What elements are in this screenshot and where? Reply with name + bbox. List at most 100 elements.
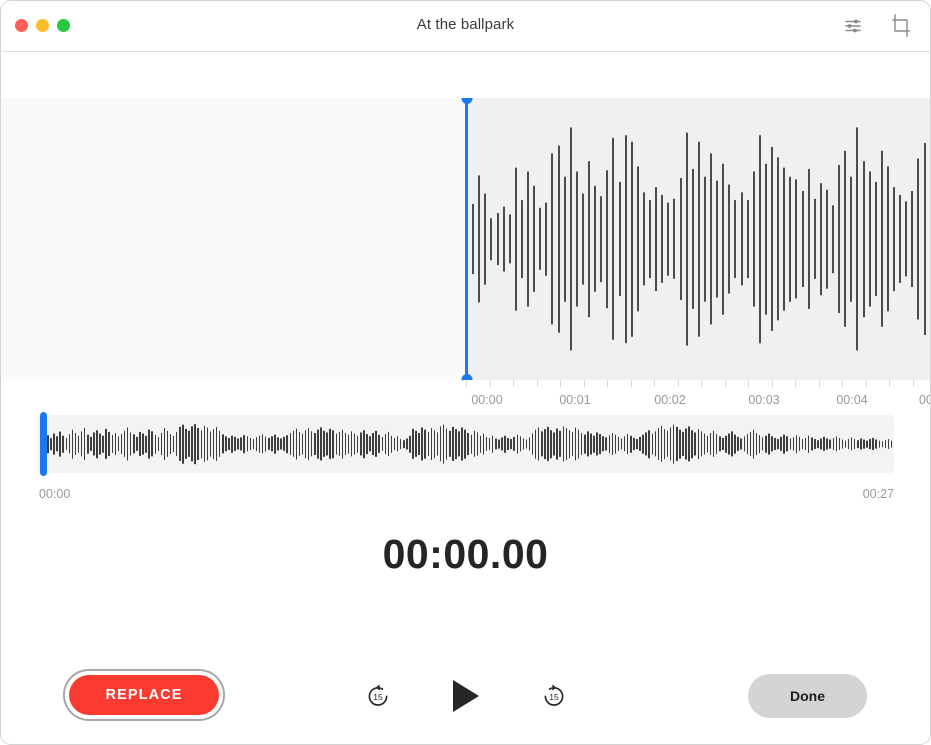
overview-waveform-bar — [133, 434, 135, 454]
overview-waveform-bar — [847, 439, 850, 449]
waveform-bar — [905, 201, 908, 277]
waveform-editor[interactable]: 00:00 00:01 00:02 00:03 00:04 00 — [1, 52, 930, 407]
overview-waveform-bar — [74, 433, 77, 455]
overview-playhead-handle[interactable] — [40, 412, 47, 476]
overview-waveform-bar — [375, 430, 377, 458]
overview-waveform-bar — [605, 437, 607, 451]
waveform-bar — [728, 184, 731, 294]
trim-icon[interactable] — [888, 13, 914, 39]
waveform-pane[interactable] — [1, 98, 930, 380]
overview-waveform-bar — [222, 434, 224, 454]
waveform-bar — [740, 192, 743, 286]
waveform-bar — [624, 135, 627, 343]
overview-waveform-bar — [614, 434, 617, 454]
overview-waveform-bar — [633, 437, 635, 451]
overview-waveform-bar — [495, 438, 497, 450]
waveform-bar — [734, 200, 737, 278]
overview-waveform-bar — [467, 433, 469, 455]
waveform-bar — [563, 176, 566, 302]
overview-waveform-bar — [120, 434, 123, 454]
overview-waveform-bar — [105, 428, 107, 460]
overview-waveform-bar — [715, 434, 718, 454]
overview-waveform-bar — [108, 431, 110, 457]
waveform-bar — [490, 218, 493, 260]
overview-waveform[interactable] — [37, 415, 894, 473]
overview-waveform-bar — [77, 435, 80, 453]
waveform-bar — [722, 163, 725, 315]
waveform-bar — [899, 194, 902, 284]
waveform-bar — [862, 161, 865, 317]
waveform-bar — [655, 187, 658, 291]
overview-waveform-bar — [274, 434, 276, 454]
overview-waveform-bar — [820, 438, 822, 450]
overview-waveform-bar — [62, 435, 64, 453]
overview-waveform-bar — [369, 436, 371, 452]
overview-waveform-bar — [752, 429, 755, 459]
waveform-bar — [819, 183, 822, 295]
overview-waveform-bar — [731, 431, 733, 457]
playhead-handle-bottom[interactable] — [461, 374, 472, 380]
overview-waveform-bar — [442, 424, 445, 464]
waveform-bar — [832, 205, 834, 273]
overview-waveform-bar — [666, 430, 669, 458]
waveform-bar — [612, 137, 615, 341]
overview-waveform-bar — [317, 429, 319, 459]
skip-forward-15-button[interactable]: 15 — [532, 674, 576, 718]
overview-waveform-bar — [439, 426, 442, 462]
waveform-bar — [575, 171, 578, 307]
overview-waveform-bar — [722, 437, 724, 451]
overview-waveform-bar — [200, 430, 203, 458]
overview-waveform-bar — [427, 431, 430, 457]
overview-waveform-bar — [519, 436, 522, 452]
overview-waveform-bar — [817, 440, 819, 448]
overview-waveform-bar — [725, 435, 727, 453]
overview-waveform-bar — [145, 435, 147, 453]
overview-waveform-bar — [811, 437, 813, 451]
waveform-bar — [703, 176, 706, 302]
ruler-tick — [466, 380, 467, 387]
overview-waveform-bar — [786, 436, 788, 452]
done-button[interactable]: Done — [748, 674, 867, 718]
waveform-bar — [893, 187, 895, 291]
overview-waveform-bar — [96, 430, 98, 458]
overview-scrubber[interactable] — [37, 412, 894, 479]
waveform-bar — [527, 171, 529, 307]
overview-waveform-bar — [709, 433, 712, 455]
overview-waveform-bar — [292, 430, 295, 458]
overview-waveform-bar — [593, 435, 595, 453]
overview-waveform-bar — [289, 433, 291, 455]
overview-waveform-bar — [326, 432, 328, 456]
waveform-bar — [502, 206, 505, 272]
overview-waveform-bar — [136, 436, 138, 452]
skip-back-15-button[interactable]: 15 — [356, 674, 400, 718]
enhance-settings-icon[interactable] — [840, 13, 866, 39]
waveform-bar — [551, 153, 554, 325]
overview-waveform-bar — [826, 438, 828, 450]
overview-waveform-bar — [68, 434, 71, 454]
overview-waveform-bar — [169, 434, 172, 454]
overview-waveform-bar — [777, 439, 779, 449]
waveform-bar — [911, 191, 914, 287]
overview-waveform-bar — [682, 431, 684, 457]
overview-waveform-bar — [844, 440, 847, 448]
overview-waveform-bar — [719, 436, 721, 452]
ruler-tick — [489, 380, 491, 387]
playhead[interactable] — [461, 98, 472, 380]
overview-waveform-bar — [513, 436, 515, 452]
waveform-bar — [496, 213, 499, 265]
overview-waveform-bar — [679, 429, 681, 459]
waveform-bar — [764, 163, 767, 315]
play-button[interactable] — [444, 674, 488, 718]
overview-waveform-bar — [80, 431, 83, 457]
overview-waveform-bar — [360, 432, 362, 456]
overview-waveform-bar — [399, 439, 402, 449]
overview-waveform-bar — [795, 435, 798, 453]
overview-waveform-bar — [712, 430, 715, 458]
overview-waveform-bar — [99, 433, 101, 455]
overview-waveform-bar — [590, 433, 592, 455]
overview-waveform-bar — [341, 429, 344, 459]
overview-waveform-bar — [835, 436, 838, 452]
waveform-bar — [758, 135, 761, 343]
overview-waveform-bar — [765, 435, 767, 453]
overview-waveform-bar — [534, 429, 537, 459]
